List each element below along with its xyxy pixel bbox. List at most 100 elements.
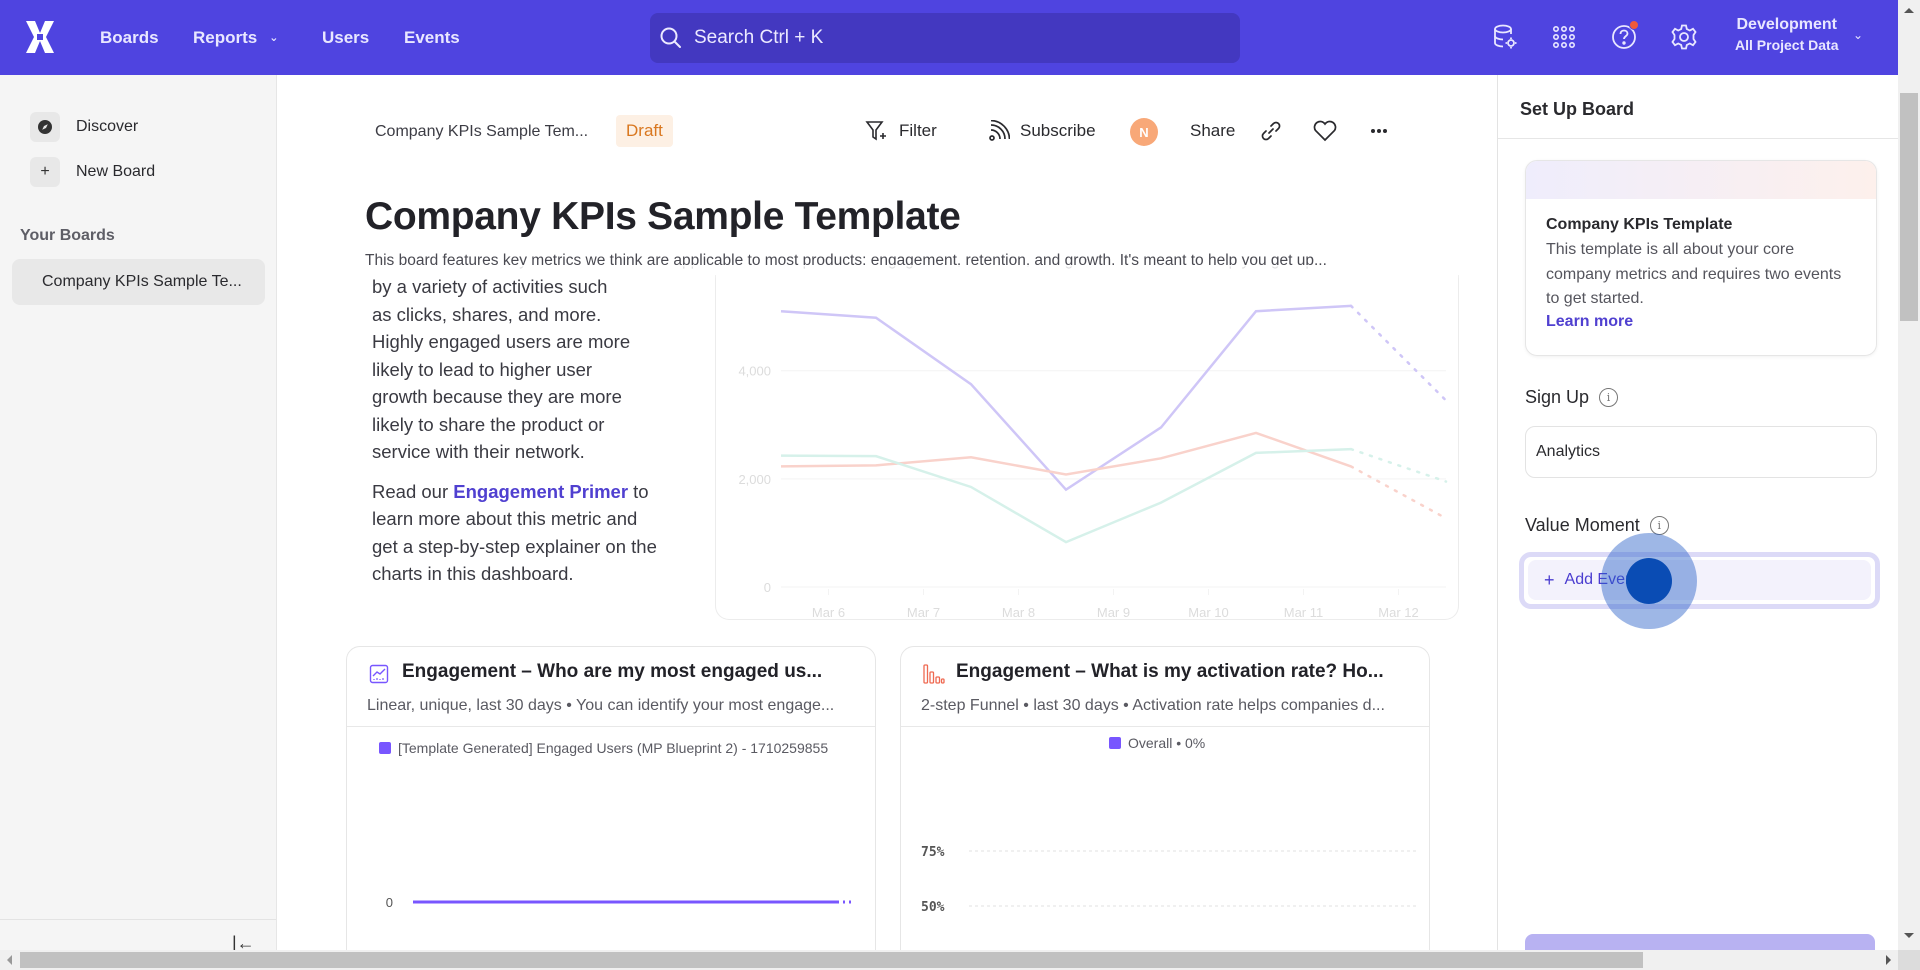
- y-tick-label: 2,000: [738, 472, 771, 487]
- text-line: likely to share the product or: [372, 413, 605, 435]
- compass-icon: [30, 112, 60, 142]
- scroll-left-arrow-icon[interactable]: [7, 955, 12, 965]
- status-badge: Draft: [616, 115, 673, 147]
- scroll-fade: [278, 265, 1497, 279]
- project-selector[interactable]: Development All Project Data: [1735, 16, 1838, 53]
- scroll-down-arrow-icon[interactable]: [1904, 933, 1914, 938]
- legend-swatch: [379, 742, 391, 754]
- breadcrumb[interactable]: Company KPIs Sample Tem...: [375, 123, 588, 141]
- text-line: Highly engaged users are more: [372, 331, 631, 352]
- subscribe-button[interactable]: Subscribe: [988, 115, 1096, 147]
- x-tick-label: Mar 8: [1002, 605, 1035, 620]
- info-icon[interactable]: i: [1599, 388, 1619, 407]
- x-tick-label: Mar 12: [1378, 605, 1418, 620]
- template-info-card: Company KPIs Template This template is a…: [1525, 160, 1877, 356]
- chevron-down-icon: ⌄: [269, 32, 279, 44]
- sidebar-divider: [0, 919, 276, 920]
- sidebar-board-item[interactable]: Company KPIs Sample Te...: [12, 259, 265, 305]
- notification-dot: [1629, 20, 1639, 30]
- scrollbar-corner: [1898, 950, 1920, 970]
- value-moment-field: + Add Event: [1519, 552, 1880, 609]
- horizontal-scrollbar-thumb[interactable]: [20, 952, 1643, 968]
- primer-paragraph: Read our Engagement Primer to learn more…: [372, 480, 657, 585]
- add-event-button[interactable]: + Add Event: [1528, 560, 1871, 600]
- project-scope: All Project Data: [1735, 37, 1839, 53]
- series-projection-series-purple: [1349, 304, 1448, 402]
- vertical-scrollbar[interactable]: [1898, 75, 1920, 950]
- kpi-line-chart: 0 2,000 4,000 Mar 6 Mar 7 Mar 8 Mar 9 Mar 10 Mar…: [715, 275, 1459, 620]
- nav-events[interactable]: Events: [404, 0, 460, 75]
- learn-more-link[interactable]: Learn more: [1546, 313, 1633, 331]
- sign-up-label: Sign Up i: [1525, 387, 1619, 408]
- card-title[interactable]: Engagement – Who are my most engaged us.…: [402, 661, 822, 683]
- x-tick-label: Mar 7: [907, 605, 940, 620]
- nav-boards[interactable]: Boards: [100, 0, 159, 75]
- share-button[interactable]: Share: [1190, 115, 1235, 147]
- chart-legend: Overall • 0%: [1109, 735, 1205, 751]
- avatar[interactable]: N: [1130, 118, 1158, 146]
- text-line: likely to lead to higher user: [372, 358, 593, 380]
- y-tick-label: 4,000: [738, 364, 771, 379]
- settings-gear-icon[interactable]: [1669, 22, 1699, 52]
- x-tick-label: Mar 11: [1284, 605, 1324, 620]
- series-line-series-purple: [780, 304, 1352, 492]
- x-tick-label: Mar 9: [1097, 605, 1130, 620]
- template-description: This template is all about your core com…: [1546, 241, 1842, 307]
- scroll-right-arrow-icon[interactable]: [1886, 955, 1891, 965]
- search-icon: [660, 27, 681, 48]
- legend-label: [Template Generated] Engaged Users (MP B…: [398, 740, 829, 756]
- more-options-icon[interactable]: [1368, 115, 1400, 147]
- favorite-heart-icon[interactable]: [1312, 115, 1348, 147]
- x-tick-label: Mar 10: [1188, 605, 1228, 620]
- vertical-scrollbar-thumb[interactable]: [1900, 93, 1918, 321]
- text-line: as clicks, shares, and more.: [372, 303, 602, 325]
- card-title[interactable]: Engagement – What is my activation rate?…: [956, 661, 1384, 683]
- card-subtitle: 2-step Funnel • last 30 days • Activatio…: [921, 697, 1385, 714]
- series-line-series-green: [780, 447, 1352, 544]
- x-tick-label: Mar 6: [812, 605, 845, 620]
- sidebar: Discover + New Board Your Boards Company…: [0, 75, 277, 953]
- sign-up-event-field[interactable]: Analytics: [1525, 426, 1877, 478]
- setup-board-panel: Set Up Board Company KPIs Template This …: [1497, 75, 1899, 964]
- report-card-activation-rate[interactable]: Engagement – What is my activation rate?…: [900, 646, 1430, 950]
- sidebar-item-discover[interactable]: Discover: [30, 112, 138, 142]
- nav-reports[interactable]: Reports ⌄: [193, 0, 278, 75]
- text-line: by a variety of activities such: [372, 276, 608, 297]
- data-settings-icon[interactable]: [1490, 22, 1520, 52]
- engagement-primer-link[interactable]: Engagement Primer: [453, 481, 628, 502]
- card-header: Engagement – What is my activation rate?…: [901, 647, 1429, 727]
- y-tick-label: 50%: [921, 900, 945, 915]
- scroll-up-arrow-icon[interactable]: [1904, 8, 1914, 13]
- text-line: service with their network.: [372, 441, 585, 462]
- top-navigation-bar: Boards Reports ⌄ Users Events Search Ctr…: [0, 0, 1898, 75]
- panel-divider: [1498, 138, 1899, 139]
- search-input[interactable]: Search Ctrl + K: [650, 13, 1240, 63]
- sidebar-item-new-board[interactable]: + New Board: [30, 157, 155, 187]
- chevron-down-icon[interactable]: ⌄: [1853, 28, 1863, 42]
- line-chart-icon: [369, 664, 389, 684]
- card-header: Engagement – Who are my most engaged us.…: [347, 647, 875, 727]
- series-projection-series-green: [1349, 447, 1448, 483]
- horizontal-scrollbar[interactable]: [0, 950, 1898, 970]
- panel-title: Set Up Board: [1520, 99, 1635, 119]
- help-icon[interactable]: [1609, 20, 1639, 52]
- nav-users[interactable]: Users: [322, 0, 369, 75]
- mixpanel-logo-icon[interactable]: [24, 20, 56, 54]
- your-boards-heading: Your Boards: [20, 227, 115, 244]
- copy-link-icon[interactable]: [1260, 115, 1292, 147]
- rss-subscribe-icon: [989, 120, 1010, 141]
- text-line: growth because they are more: [372, 386, 622, 407]
- series-projection-series-red: [1349, 465, 1448, 520]
- card-subtitle: Linear, unique, last 30 days • You can i…: [367, 697, 835, 714]
- plus-icon: +: [30, 157, 60, 187]
- y-tick-label: 75%: [921, 845, 945, 860]
- template-card-banner: [1526, 161, 1876, 199]
- report-card-engaged-users[interactable]: Engagement – Who are my most engaged us.…: [346, 646, 876, 950]
- funnel-chart-icon: [923, 664, 945, 684]
- engagement-paragraph: by a variety of activities such as clicks…: [372, 273, 662, 466]
- template-name: Company KPIs Template: [1546, 216, 1733, 233]
- apps-grid-icon[interactable]: [1549, 22, 1579, 52]
- filter-button[interactable]: Filter: [865, 115, 937, 147]
- plus-icon: +: [1544, 569, 1555, 590]
- board-main: Company KPIs Sample Tem... Draft Filter …: [278, 75, 1497, 950]
